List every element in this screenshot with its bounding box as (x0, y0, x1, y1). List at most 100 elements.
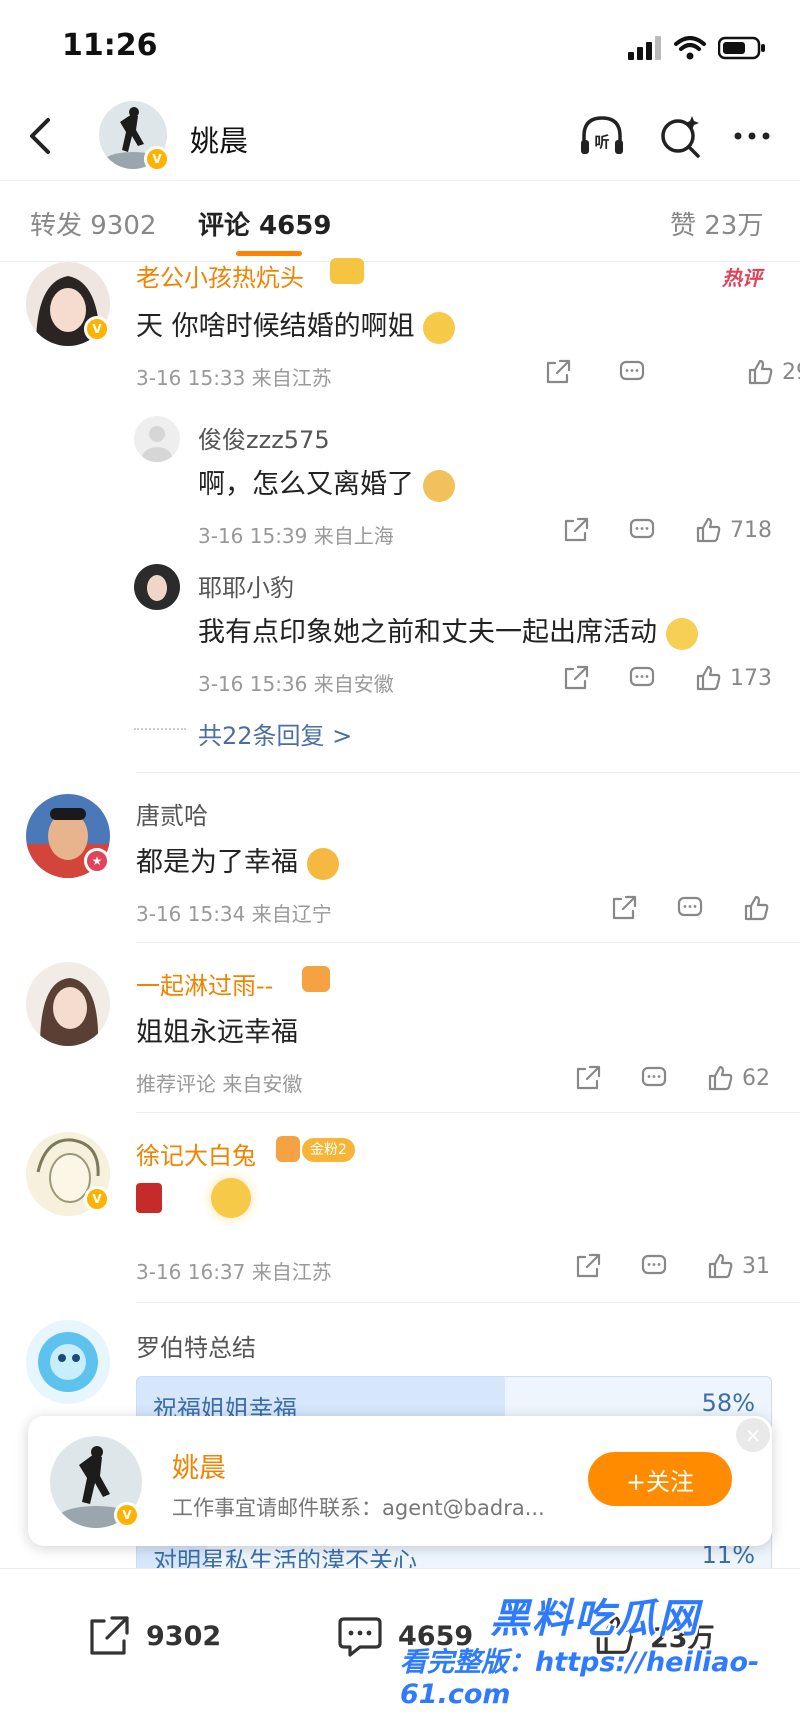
divider (136, 942, 800, 943)
comment-icon (641, 1066, 667, 1087)
share-icon (564, 665, 589, 690)
like-button[interactable]: 31 (706, 1252, 770, 1280)
listen-icon[interactable]: 听 (576, 110, 628, 162)
comment-author[interactable]: 一起淋过雨-- (136, 966, 273, 1001)
emoji-icon (306, 847, 339, 880)
comment-meta: 推荐评论 来自安徽 (136, 1072, 303, 1096)
comment-actions: 2989 (544, 358, 800, 386)
comment-author[interactable]: 老公小孩热炕头 (136, 258, 304, 293)
comment-text: 都是为了幸福 (136, 840, 339, 880)
comment-text: 姐姐永远幸福 (136, 1017, 298, 1048)
thumbs-up-icon (748, 359, 773, 385)
like-button[interactable] (742, 894, 778, 922)
comment-author[interactable]: 徐记大白兔 (136, 1136, 256, 1171)
tab-bar: 转发 9302 评论 4659 赞 23万 (0, 180, 800, 262)
reply-button[interactable] (618, 358, 746, 386)
reply-meta: 3-16 15:36 来自安徽 (198, 672, 394, 696)
status-bar: 11:26 (0, 0, 800, 100)
comment-actions (610, 894, 778, 922)
reply-avatar[interactable] (134, 416, 180, 462)
comment-icon (629, 666, 655, 687)
hot-comment-tag: 热评 (722, 266, 762, 290)
like-button[interactable]: 62 (706, 1064, 770, 1092)
share-icon (546, 359, 571, 384)
reply-text: 我有点印象她之前和丈夫一起出席活动 (198, 610, 698, 650)
share-button[interactable] (574, 1252, 640, 1280)
watermark-url-text: 看完整版：https://heiliao-61.com (400, 1647, 760, 1710)
share-button[interactable] (574, 1064, 640, 1092)
reply-actions: 718 (562, 516, 772, 544)
reply-text: 啊，怎么又离婚了 (198, 462, 455, 502)
status-time: 11:26 (62, 28, 158, 63)
reply-author[interactable]: 耶耶小豹 (198, 568, 294, 603)
comment-icon (338, 1617, 382, 1657)
verified-badge: V (84, 1186, 110, 1212)
comment-text (136, 1178, 251, 1218)
top-nav: V 姚晨 听 (0, 100, 800, 180)
reply-meta: 3-16 15:39 来自上海 (198, 524, 394, 548)
like-button[interactable]: 173 (694, 664, 772, 692)
comment-icon (619, 360, 645, 381)
comment-author[interactable]: 罗伯特总结 (136, 1328, 256, 1363)
watermark-logo-text: 黑料吃瓜网 (490, 1596, 700, 1642)
like-count: 31 (742, 1253, 770, 1279)
comment-icon (641, 1254, 667, 1275)
reply-button[interactable] (676, 894, 742, 922)
share-icon (576, 1065, 601, 1090)
member-badge: ★ (84, 848, 110, 874)
comment-text: 天 你啥时候结婚的啊姐 (136, 304, 456, 344)
comment-meta: 3-16 15:34 来自辽宁 (136, 902, 332, 926)
follow-card-name[interactable]: 姚晨 (172, 1446, 226, 1485)
like-button[interactable]: 718 (694, 516, 772, 544)
like-button[interactable]: 2989 (746, 358, 800, 386)
reply-author[interactable]: 俊俊zzz575 (198, 420, 330, 455)
share-icon (564, 517, 589, 542)
member-crown-icon (302, 966, 330, 992)
back-icon[interactable] (20, 114, 60, 158)
close-icon[interactable]: × (736, 1418, 770, 1452)
share-button[interactable] (562, 664, 628, 692)
share-button[interactable] (610, 894, 676, 922)
comment-icon (677, 896, 703, 917)
doge-emoji-icon (422, 469, 455, 502)
reply-button[interactable] (628, 516, 694, 544)
header-avatar[interactable]: V (98, 100, 170, 172)
tab-reposts[interactable]: 转发 9302 (30, 205, 156, 242)
like-count: 718 (730, 517, 772, 543)
listen-label: 听 (594, 133, 609, 151)
avatar-image (134, 564, 180, 610)
member-crown-icon (276, 1136, 300, 1162)
avatar-image (26, 962, 110, 1046)
share-button[interactable] (562, 516, 628, 544)
thumbs-up-icon (708, 1253, 733, 1279)
reply-dots (134, 728, 186, 730)
crown-icon (330, 258, 364, 284)
repost-count: 9302 (146, 1620, 222, 1652)
comment-avatar[interactable] (26, 962, 110, 1046)
signal-icon (628, 36, 661, 60)
thumbs-up-icon (696, 517, 721, 543)
divider (136, 1112, 800, 1113)
reply-button[interactable] (640, 1252, 706, 1280)
share-icon (576, 1253, 601, 1278)
thumbs-up-icon (696, 665, 721, 691)
tab-likes[interactable]: 赞 23万 (670, 205, 763, 242)
emoji-icon (423, 311, 456, 344)
more-replies-link[interactable]: 共22条回复 > (198, 716, 352, 751)
reply-button[interactable] (640, 1064, 706, 1092)
comment-author[interactable]: 唐贰哈 (136, 796, 208, 831)
avatar-image (142, 426, 172, 462)
reply-button[interactable] (628, 664, 694, 692)
reply-actions: 173 (562, 664, 772, 692)
reply-avatar[interactable] (134, 564, 180, 610)
like-count: 173 (730, 665, 772, 691)
follow-button[interactable]: +关注 (588, 1452, 732, 1506)
share-button[interactable] (544, 358, 618, 386)
comment-icon (629, 518, 655, 539)
search-icon[interactable] (654, 110, 706, 162)
verified-badge: V (114, 1502, 140, 1528)
comment-avatar[interactable] (26, 1320, 110, 1404)
tab-comments[interactable]: 评论 4659 (198, 205, 331, 242)
repost-button[interactable]: 9302 (86, 1613, 221, 1659)
more-icon[interactable] (726, 110, 778, 162)
